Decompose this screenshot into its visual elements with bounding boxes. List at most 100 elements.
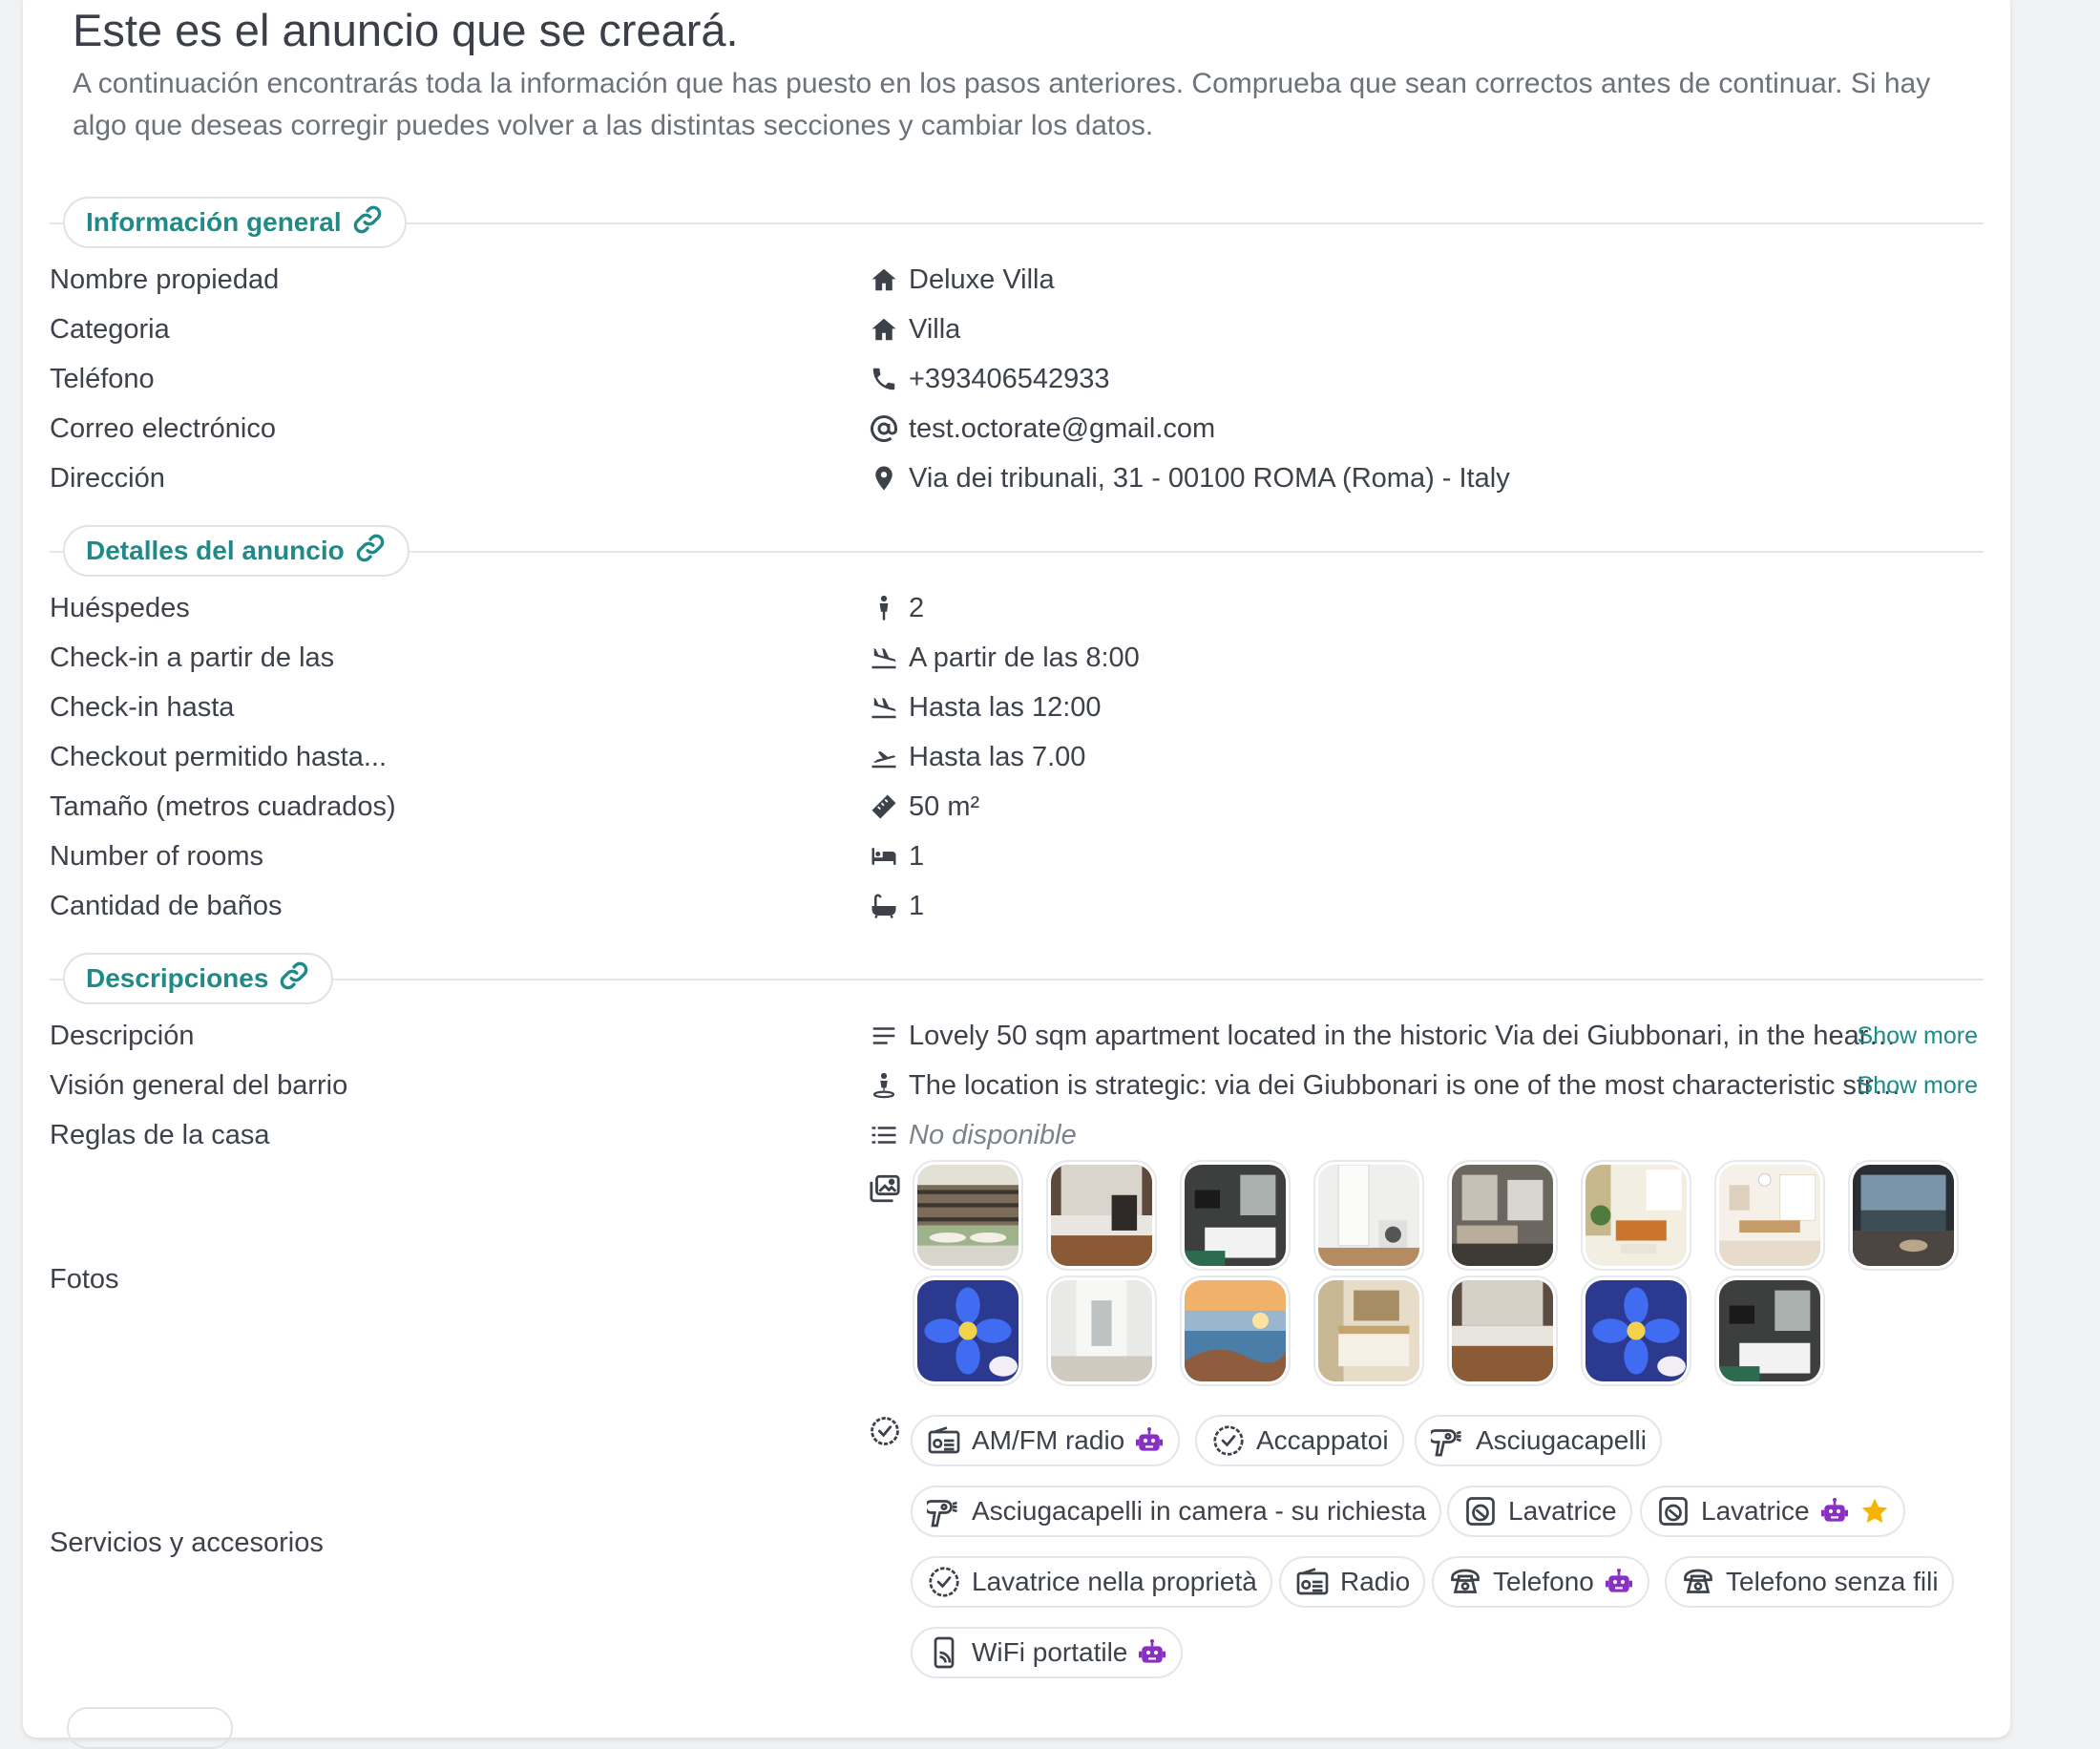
photo-thumbnail[interactable] xyxy=(1586,1280,1687,1381)
images-icon xyxy=(869,1172,901,1205)
link-icon xyxy=(278,959,310,999)
plane-departure-icon xyxy=(869,742,899,772)
page-subtitle: A continuación encontrarás toda la infor… xyxy=(73,68,1931,141)
show-more-link[interactable]: Show more xyxy=(1858,1012,1978,1060)
bed-icon xyxy=(869,841,899,872)
amenity-chip[interactable]: Telefono xyxy=(1432,1556,1649,1608)
amenity-chip[interactable]: WiFi portatile xyxy=(911,1627,1184,1678)
row-description: Descripción Lovely 50 sqm apartment loca… xyxy=(50,1012,1984,1060)
map-pin-icon xyxy=(869,463,899,494)
amenity-label: Lavatrice xyxy=(1508,1496,1617,1526)
section-link-general[interactable]: Información general xyxy=(63,197,407,248)
row-checkout: Checkout permitido hasta... Hasta las 7.… xyxy=(50,733,1984,781)
photo-thumbnail[interactable] xyxy=(1853,1165,1954,1266)
check-circle-icon xyxy=(1210,1422,1247,1459)
row-guests: Huéspedes 2 xyxy=(50,584,1984,632)
photo-thumbnail[interactable] xyxy=(1719,1280,1820,1381)
section-link-descriptions[interactable]: Descripciones xyxy=(63,953,334,1004)
amenity-chip[interactable]: Lavatrice xyxy=(1447,1486,1632,1537)
photo-thumbnail[interactable] xyxy=(1719,1165,1820,1266)
photo-thumbnail[interactable] xyxy=(917,1165,1018,1266)
amenity-label: Accappatoi xyxy=(1256,1425,1389,1455)
bath-icon xyxy=(869,891,899,921)
photo-thumbnail[interactable] xyxy=(1318,1280,1419,1381)
row-value: A partir de las 8:00 xyxy=(909,643,1140,673)
amenity-chip[interactable]: Lavatrice xyxy=(1640,1486,1905,1537)
section-title: Detalles del anuncio xyxy=(86,536,345,565)
row-value: Hasta las 12:00 xyxy=(909,692,1102,723)
amenity-chip[interactable]: Asciugacapelli xyxy=(1415,1415,1662,1466)
row-phone: Teléfono +393406542933 xyxy=(50,355,1984,403)
photo-thumbnail[interactable] xyxy=(1051,1165,1152,1266)
row-value: 1 xyxy=(909,891,925,921)
photo-thumbnail[interactable] xyxy=(1452,1280,1553,1381)
section-link-details[interactable]: Detalles del anuncio xyxy=(63,525,410,577)
hair-dryer-icon xyxy=(926,1493,962,1529)
row-value: No disponible xyxy=(909,1120,1077,1150)
row-size: Tamaño (metros cuadrados) 50 m² xyxy=(50,783,1984,831)
amenity-chip[interactable]: Asciugacapelli in camera - su richiesta xyxy=(911,1486,1442,1537)
row-value: 50 m² xyxy=(909,791,980,822)
plane-landing-icon xyxy=(869,643,899,673)
row-label: Tamaño (metros cuadrados) xyxy=(50,791,396,822)
photos-label: Fotos xyxy=(50,1264,119,1295)
amenity-label: Telefono xyxy=(1493,1567,1594,1596)
row-address: Dirección Via dei tribunali, 31 - 00100 … xyxy=(50,454,1984,502)
amenity-chip[interactable]: Radio xyxy=(1279,1556,1426,1608)
row-value: Via dei tribunali, 31 - 00100 ROMA (Roma… xyxy=(909,463,1510,494)
row-label: Huéspedes xyxy=(50,593,190,623)
row-bathrooms: Cantidad de baños 1 xyxy=(50,882,1984,930)
align-left-icon xyxy=(869,1021,899,1051)
photo-thumbnail[interactable] xyxy=(1051,1280,1152,1381)
amenity-label: AM/FM radio xyxy=(972,1425,1125,1455)
row-value: Hasta las 7.00 xyxy=(909,742,1086,772)
robot-icon xyxy=(1604,1567,1634,1597)
photo-thumbnail[interactable] xyxy=(1318,1165,1419,1266)
row-label: Check-in a partir de las xyxy=(50,643,335,673)
next-section-pill[interactable] xyxy=(67,1707,233,1749)
row-property-name: Nombre propiedad Deluxe Villa xyxy=(50,256,1984,304)
row-category: Categoria Villa xyxy=(50,306,1984,353)
check-circle-icon xyxy=(869,1415,901,1447)
show-more-link[interactable]: Show more xyxy=(1858,1062,1978,1109)
page-title: Este es el anuncio que se creará. xyxy=(73,5,739,55)
robot-icon xyxy=(1819,1496,1850,1527)
house-icon xyxy=(869,264,899,295)
star-icon xyxy=(1859,1496,1890,1527)
amenity-label: Lavatrice nella proprietà xyxy=(972,1567,1257,1596)
link-icon xyxy=(354,532,387,571)
robot-icon xyxy=(1137,1637,1167,1668)
row-value: 2 xyxy=(909,593,925,623)
photo-thumbnail[interactable] xyxy=(917,1280,1018,1381)
row-label: Reglas de la casa xyxy=(50,1120,270,1150)
check-circle-icon xyxy=(926,1564,962,1600)
amenity-chip[interactable]: Lavatrice nella proprietà xyxy=(911,1556,1272,1608)
amenity-chip[interactable]: Accappatoi xyxy=(1195,1415,1404,1466)
row-label: Cantidad de baños xyxy=(50,891,283,921)
row-value: Villa xyxy=(909,314,961,345)
photo-thumbnail[interactable] xyxy=(1586,1165,1687,1266)
row-checkin-until: Check-in hasta Hasta las 12:00 xyxy=(50,684,1984,731)
row-email: Correo electrónico test.octorate@gmail.c… xyxy=(50,405,1984,453)
robot-icon xyxy=(1134,1425,1165,1456)
amenity-label: Asciugacapelli in camera - su richiesta xyxy=(972,1496,1427,1526)
row-value: Deluxe Villa xyxy=(909,264,1055,295)
radio-icon xyxy=(926,1422,962,1459)
photo-thumbnail[interactable] xyxy=(1185,1280,1286,1381)
amenity-label: WiFi portatile xyxy=(972,1637,1128,1667)
photo-thumbnail[interactable] xyxy=(1185,1165,1286,1266)
row-value: The location is strategic: via dei Giubb… xyxy=(909,1070,1901,1101)
amenity-chip[interactable]: Telefono senza fili xyxy=(1665,1556,1954,1608)
amenity-label: Radio xyxy=(1340,1567,1411,1596)
row-value: test.octorate@gmail.com xyxy=(909,413,1216,444)
amenity-chip[interactable]: AM/FM radio xyxy=(911,1415,1181,1466)
amenity-label: Lavatrice xyxy=(1701,1496,1810,1526)
photo-thumbnail[interactable] xyxy=(1452,1165,1553,1266)
list-icon xyxy=(869,1120,899,1150)
section-header-general: Información general xyxy=(50,197,1984,248)
row-label: Number of rooms xyxy=(50,841,264,872)
row-label: Checkout permitido hasta... xyxy=(50,742,388,772)
section-header-descriptions: Descripciones xyxy=(50,953,1984,1004)
link-icon xyxy=(351,203,384,242)
washing-machine-icon xyxy=(1462,1493,1499,1529)
